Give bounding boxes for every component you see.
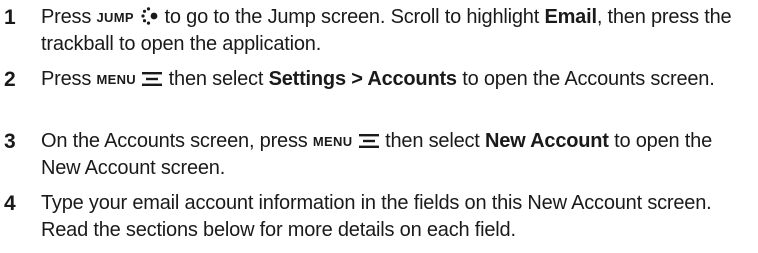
- step-text-segment: to open the Accounts screen.: [456, 68, 715, 90]
- step-number: 3: [4, 130, 16, 153]
- step-bold-term: Settings > Accounts: [268, 68, 457, 90]
- key-label: JUMP: [96, 10, 134, 25]
- step-text: Press JUMP to go to the Jump screen. Scr…: [41, 4, 753, 58]
- step-text: Press MENU then select Settings > Accoun…: [41, 66, 753, 93]
- step-text-segment: to go to the Jump screen. Scroll to high…: [159, 6, 545, 28]
- jump-key-icon: [139, 7, 159, 25]
- key-label: MENU: [96, 72, 136, 87]
- step-text: Type your email account information in t…: [41, 190, 753, 244]
- step-text-segment: Type your email account information in t…: [41, 192, 712, 241]
- step-number: 2: [4, 68, 16, 91]
- step-text: On the Accounts screen, press MENU then …: [41, 128, 753, 182]
- step-text-segment: Press: [41, 6, 97, 28]
- menu-key-icon: [141, 71, 163, 87]
- step-bold-term: Email: [544, 6, 597, 28]
- step-bold-term: New Account: [485, 130, 609, 152]
- step-number: 4: [4, 192, 16, 215]
- step-text-segment: then select: [163, 68, 269, 90]
- step-text-segment: On the Accounts screen, press: [41, 130, 313, 152]
- menu-key-icon: [358, 133, 380, 149]
- step-text-segment: then select: [379, 130, 486, 152]
- step-number: 1: [4, 6, 16, 29]
- step-text-segment: Press: [41, 68, 97, 90]
- key-label: MENU: [312, 134, 353, 149]
